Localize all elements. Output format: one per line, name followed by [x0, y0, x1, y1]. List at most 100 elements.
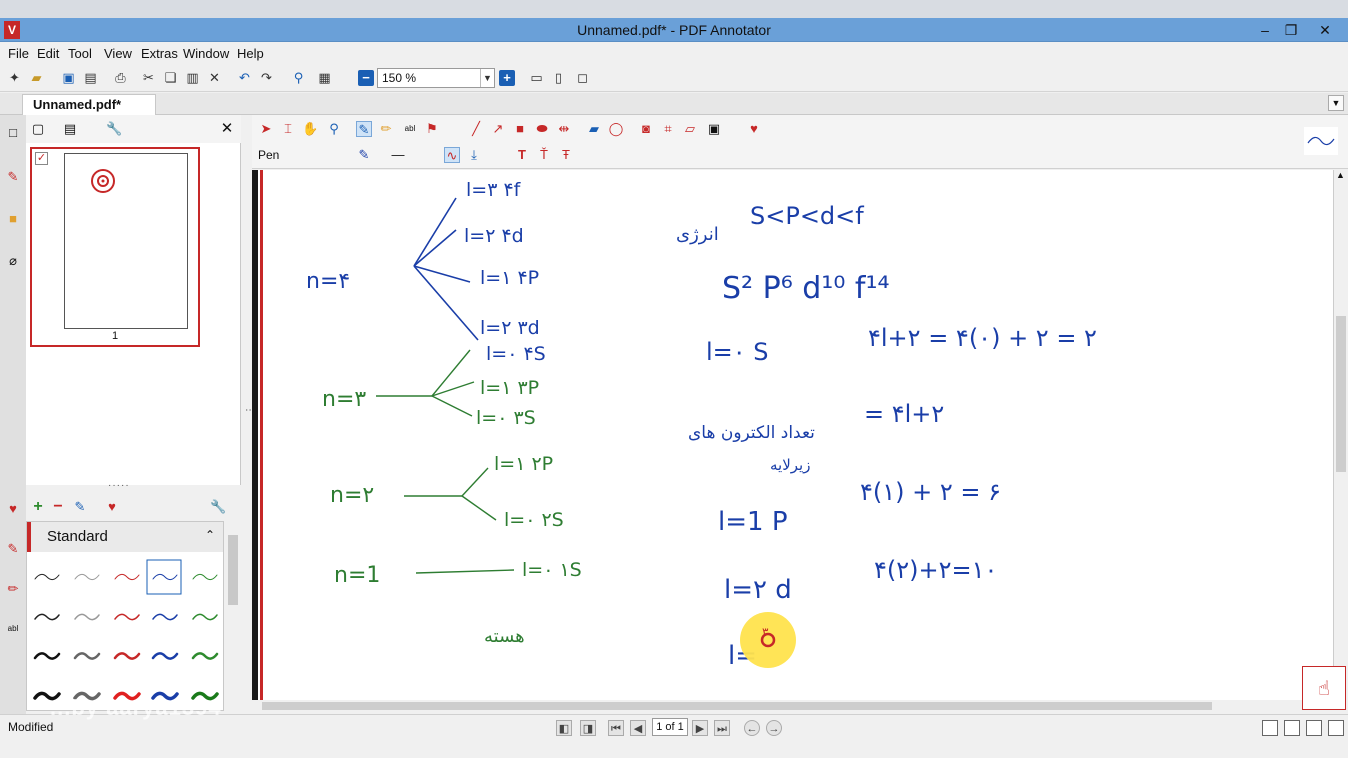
- smooth-pen-icon[interactable]: ∿: [444, 147, 460, 163]
- crop-icon[interactable]: ⌗: [660, 121, 676, 137]
- page-thumbnail[interactable]: ✓ 1: [30, 147, 200, 347]
- lasso-icon[interactable]: ◯: [608, 121, 624, 137]
- add-icon[interactable]: +: [30, 499, 46, 515]
- rectangle-icon[interactable]: ■: [512, 121, 528, 137]
- pen-rail-icon[interactable]: ✎: [5, 541, 21, 557]
- menu-edit[interactable]: Edit: [37, 46, 59, 61]
- line-width-icon[interactable]: —: [390, 147, 406, 163]
- forward-icon[interactable]: →: [766, 720, 782, 736]
- back-icon[interactable]: ←: [744, 720, 760, 736]
- thumb-view-icon[interactable]: ▤: [62, 121, 78, 137]
- two-page-view-icon[interactable]: [1306, 720, 1322, 736]
- thumbnail-checkbox[interactable]: ✓: [35, 152, 48, 165]
- full-screen-icon[interactable]: ◻: [574, 70, 591, 86]
- print-icon[interactable]: ⎙: [112, 70, 129, 86]
- pen-color-icon[interactable]: ✎: [356, 147, 372, 163]
- highlighter-rail-icon[interactable]: ✏: [5, 581, 21, 597]
- camera-icon[interactable]: ◙: [638, 121, 654, 137]
- vertical-scrollbar[interactable]: ▲: [1334, 170, 1348, 700]
- open-folder-icon[interactable]: ▰: [28, 70, 45, 86]
- next-document-icon[interactable]: ◨: [580, 720, 596, 736]
- tab-list-dropdown[interactable]: ▼: [1328, 95, 1344, 111]
- insert-image-icon[interactable]: ▣: [706, 121, 722, 137]
- touch-mode-button[interactable]: ☝: [1302, 666, 1346, 710]
- bookmarks-icon[interactable]: ■: [5, 211, 21, 227]
- close-window-icon[interactable]: ✕: [1312, 20, 1338, 40]
- pen-panel-scrollbar[interactable]: [226, 521, 240, 711]
- copy-icon[interactable]: ❏: [162, 70, 179, 86]
- zoom-out-button[interactable]: −: [358, 70, 374, 86]
- stamp-icon[interactable]: ⚑: [424, 121, 440, 137]
- menu-file[interactable]: File: [8, 46, 29, 61]
- pen-tool-icon[interactable]: ✎: [356, 121, 372, 137]
- text-format-icon[interactable]: T: [514, 147, 530, 163]
- save-as-icon[interactable]: ▤: [82, 70, 99, 86]
- pressure-icon[interactable]: ⤓: [466, 147, 482, 163]
- pen-group-header[interactable]: Standard ⌃: [27, 522, 223, 552]
- two-page-continuous-view-icon[interactable]: [1328, 720, 1344, 736]
- close-panel-icon[interactable]: ✕: [219, 121, 235, 137]
- delete-icon[interactable]: ✕: [206, 70, 223, 86]
- panel-splitter[interactable]: ·····: [108, 480, 130, 491]
- heart-icon[interactable]: ♥: [104, 499, 120, 515]
- text-select-icon[interactable]: ⌶: [280, 121, 296, 137]
- new-page-icon[interactable]: ▢: [30, 121, 46, 137]
- favorite-heart-icon[interactable]: ♥: [746, 121, 762, 137]
- zoom-select[interactable]: 150 % ▼: [377, 68, 495, 88]
- page-options-icon[interactable]: ▦: [316, 70, 333, 86]
- annotations-icon[interactable]: ✎: [5, 169, 21, 185]
- undo-icon[interactable]: ↶: [236, 70, 253, 86]
- menu-help[interactable]: Help: [237, 46, 264, 61]
- minimize-icon[interactable]: ‒: [1252, 20, 1278, 40]
- document-page[interactable]: n=۴ l=۳ ۴f l=۲ ۴d l=۱ ۴P l=۲ ۳d l=۰ ۴S n…: [252, 170, 1334, 700]
- remove-icon[interactable]: −: [50, 499, 66, 515]
- strikeout-icon[interactable]: Ŧ: [558, 147, 574, 163]
- chevron-up-icon[interactable]: ⌃: [205, 528, 215, 542]
- line-icon[interactable]: ╱: [468, 121, 484, 137]
- zoom-icon[interactable]: ⚲: [326, 121, 342, 137]
- prev-document-icon[interactable]: ◧: [556, 720, 572, 736]
- menu-window[interactable]: Window: [183, 46, 229, 61]
- wrench-icon[interactable]: 🔧: [106, 121, 122, 137]
- menu-tool[interactable]: Tool: [68, 46, 92, 61]
- find-icon[interactable]: ⚲: [290, 70, 307, 86]
- continuous-view-icon[interactable]: [1284, 720, 1300, 736]
- page-number-field[interactable]: 1 of 1: [652, 718, 688, 736]
- horizontal-scrollbar[interactable]: [252, 700, 1334, 712]
- pen-swatches[interactable]: [27, 554, 223, 712]
- measure-icon[interactable]: ⇹: [556, 121, 572, 137]
- arrow-icon[interactable]: ↗: [490, 121, 506, 137]
- paste-icon[interactable]: ▥: [184, 70, 201, 86]
- maximize-icon[interactable]: ❐: [1278, 20, 1304, 40]
- text-format-2-icon[interactable]: Ť: [536, 147, 552, 163]
- tab-unnamed-pdf[interactable]: Unnamed.pdf*: [22, 94, 156, 115]
- edit-pen-icon[interactable]: ✎: [72, 499, 88, 515]
- redo-icon[interactable]: ↷: [258, 70, 275, 86]
- chevron-down-icon[interactable]: ▼: [480, 69, 494, 87]
- attachments-icon[interactable]: ⌀: [5, 253, 21, 269]
- horizontal-scroll-thumb[interactable]: [262, 702, 1212, 710]
- favorites-icon[interactable]: ♥: [5, 501, 21, 517]
- eraser-icon[interactable]: ▰: [586, 121, 602, 137]
- select-icon[interactable]: ➤: [258, 121, 274, 137]
- wrench-icon[interactable]: 🔧: [210, 499, 226, 515]
- ruler-icon[interactable]: ▱: [682, 121, 698, 137]
- next-page-icon[interactable]: ▶: [692, 720, 708, 736]
- hand-icon[interactable]: ✋: [302, 121, 318, 137]
- single-page-view-icon[interactable]: [1262, 720, 1278, 736]
- first-page-icon[interactable]: ⏮: [608, 720, 624, 736]
- zoom-in-button[interactable]: +: [499, 70, 515, 86]
- text-rail-icon[interactable]: abl: [5, 621, 21, 637]
- scroll-thumb[interactable]: [228, 535, 238, 605]
- highlighter-icon[interactable]: ✏: [378, 121, 394, 137]
- fit-width-icon[interactable]: ▯: [550, 70, 567, 86]
- save-icon[interactable]: ▣: [60, 70, 77, 86]
- page-icon[interactable]: □: [5, 125, 21, 141]
- new-document-icon[interactable]: ✦: [6, 70, 23, 86]
- text-box-icon[interactable]: abl: [402, 121, 418, 137]
- menu-view[interactable]: View: [104, 46, 132, 61]
- vertical-scroll-thumb[interactable]: [1336, 316, 1346, 472]
- prev-page-icon[interactable]: ◀: [630, 720, 646, 736]
- cut-icon[interactable]: ✂: [140, 70, 157, 86]
- last-page-icon[interactable]: ⏭: [714, 720, 730, 736]
